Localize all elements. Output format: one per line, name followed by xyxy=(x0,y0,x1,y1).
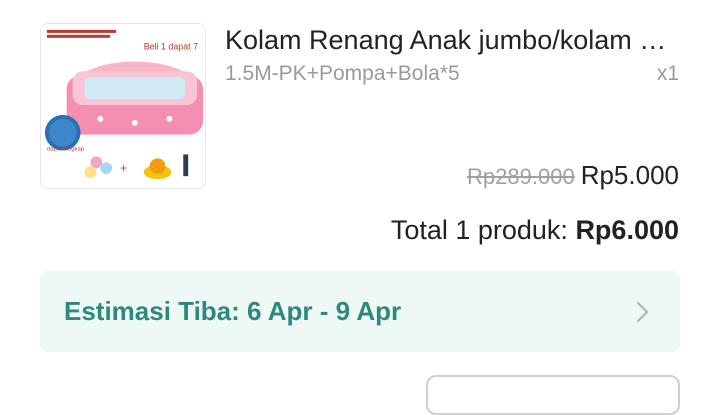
chevron-right-icon xyxy=(636,301,649,323)
product-quantity: x1 xyxy=(656,62,679,85)
svg-text:Beli 1 dapat 7: Beli 1 dapat 7 xyxy=(144,42,198,52)
delivery-estimate-label: Estimasi Tiba: 6 Apr - 9 Apr xyxy=(64,296,402,326)
svg-text:+: + xyxy=(120,161,127,175)
discount-price: Rp5.000 xyxy=(580,160,679,190)
delivery-estimate-row[interactable]: Estimasi Tiba: 6 Apr - 9 Apr xyxy=(40,271,680,352)
product-title[interactable]: Kolam Renang Anak jumbo/kolam … xyxy=(225,22,680,58)
price-row: Rp289.000 Rp5.000 xyxy=(467,158,679,194)
product-thumbnail[interactable]: Beli 1 dapat 7 + dapat lengkap xyxy=(40,23,206,189)
inflatable-pool-product-image: Beli 1 dapat 7 + dapat lengkap xyxy=(41,24,205,188)
svg-text:dapat lengkap: dapat lengkap xyxy=(47,146,85,152)
original-price: Rp289.000 xyxy=(467,164,575,189)
total-label: Total 1 produk: xyxy=(390,215,568,245)
product-variant: 1.5M-PK+Pompa+Bola*5 xyxy=(225,62,460,85)
total-amount: Rp6.000 xyxy=(575,215,679,245)
order-total: Total 1 produk: Rp6.000 xyxy=(391,213,679,247)
partial-action-button[interactable] xyxy=(426,375,680,415)
